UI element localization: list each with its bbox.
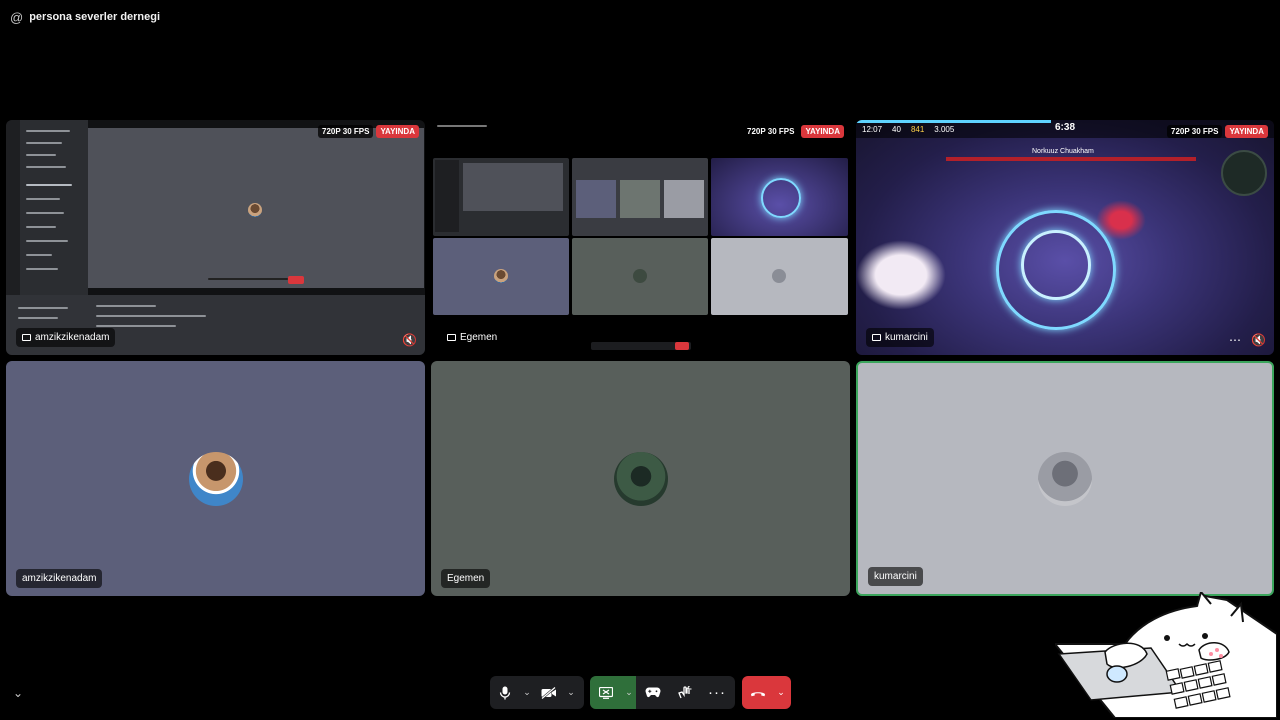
- quality-badge: 720P 30 FPS: [743, 125, 799, 138]
- tile-controls: ⋯ 🔇: [1229, 333, 1266, 347]
- mini-cell-6: [711, 238, 848, 315]
- user-name: kumarcini: [874, 571, 917, 582]
- soundboard-button[interactable]: [669, 676, 701, 709]
- media-controls: ⌄ ⌄: [490, 676, 584, 709]
- live-badge: YAYINDA: [1225, 125, 1268, 138]
- user-nameplate: amzikzikenadam: [16, 569, 103, 588]
- stream-badges: 720P 30 FPS YAYINDA: [318, 125, 419, 138]
- stream-user-name: kumarcini: [885, 332, 928, 343]
- tile-controls: 🔇: [402, 333, 417, 347]
- mini-cell-5: [572, 238, 708, 315]
- mini-cell-1: [433, 158, 569, 236]
- boss-name: Norkuuz Chuakham: [1032, 148, 1094, 155]
- hud-time: 12:07: [862, 124, 883, 134]
- camera-options-chevron[interactable]: ⌄: [564, 676, 578, 709]
- user-avatar: [188, 451, 243, 506]
- more-icon[interactable]: ⋯: [1229, 333, 1241, 347]
- camera-tile-1[interactable]: amzikzikenadam: [6, 361, 425, 596]
- soundboard-icon: [678, 685, 692, 698]
- screen-icon: [872, 334, 881, 341]
- user-avatar: [1038, 451, 1092, 506]
- mini-server-rail: [6, 120, 20, 295]
- mini-call-view: [88, 128, 424, 288]
- camera-button[interactable]: [534, 676, 564, 709]
- microphone-icon: [499, 686, 511, 699]
- stream-user-name: amzikzikenadam: [35, 332, 110, 343]
- stream-nameplate: amzikzikenadam: [16, 328, 116, 347]
- at-icon: @: [10, 9, 24, 25]
- hangup-controls: ⌄: [742, 676, 791, 709]
- stream-nameplate: kumarcini: [866, 328, 934, 347]
- hud-kills: 40: [892, 124, 901, 134]
- camera-tile-2[interactable]: Egemen: [431, 361, 850, 596]
- chevron-down-icon: ⌄: [12, 685, 24, 700]
- screen-icon: [447, 334, 456, 341]
- stream-nameplate: Egemen: [441, 328, 504, 347]
- mini-header: [437, 125, 487, 127]
- user-avatar: [613, 451, 668, 506]
- call-title: persona severler dernegi: [29, 11, 161, 23]
- stream-user-name: Egemen: [460, 332, 498, 343]
- hud-score: 3.005: [934, 124, 955, 134]
- speaker-muted-icon[interactable]: 🔇: [402, 333, 417, 347]
- mini-cell-3: [711, 158, 848, 236]
- quality-badge: 720P 30 FPS: [318, 125, 374, 138]
- user-nameplate: Egemen: [441, 569, 491, 588]
- live-badge: YAYINDA: [376, 125, 419, 138]
- screen-share-options-chevron[interactable]: ⌄: [622, 676, 636, 709]
- screen-share-icon: [599, 686, 613, 699]
- screen-icon: [22, 334, 31, 341]
- mini-cell-4: [433, 238, 569, 315]
- hangup-button[interactable]: [742, 676, 774, 709]
- more-icon: ···: [708, 684, 726, 701]
- user-name: amzikzikenadam: [22, 573, 97, 584]
- mic-button[interactable]: [490, 676, 520, 709]
- collapse-button[interactable]: ⌄: [8, 676, 28, 709]
- mini-channel-list: [20, 120, 88, 295]
- hud-coins: 841: [910, 124, 925, 134]
- stream-tile-2[interactable]: 720P 30 FPS YAYINDA Egemen: [431, 120, 850, 355]
- more-options-button[interactable]: ···: [701, 676, 733, 709]
- user-name: Egemen: [447, 573, 485, 584]
- camera-off-icon: [541, 686, 556, 699]
- mic-options-chevron[interactable]: ⌄: [520, 676, 534, 709]
- live-badge: YAYINDA: [801, 125, 844, 138]
- stream-tile-1[interactable]: 720P 30 FPS YAYINDA amzikzikenadam 🔇: [6, 120, 425, 355]
- hangup-options-chevron[interactable]: ⌄: [774, 676, 788, 709]
- camera-tile-3[interactable]: kumarcini: [856, 361, 1274, 596]
- bongo-cat-overlay: [1055, 592, 1277, 718]
- stream-badges: 720P 30 FPS YAYINDA: [1167, 125, 1268, 138]
- screen-share-button[interactable]: [590, 676, 622, 709]
- stream-tile-3[interactable]: 12:07 40 841 3.005 6:38 Norkuuz Chuakham…: [856, 120, 1274, 355]
- user-nameplate: kumarcini: [868, 567, 923, 586]
- stream-badges: 720P 30 FPS YAYINDA: [743, 125, 844, 138]
- speaker-muted-icon[interactable]: 🔇: [1251, 333, 1266, 347]
- activity-controls: ⌄ ···: [590, 676, 735, 709]
- game-controller-icon: [645, 687, 660, 698]
- quality-badge: 720P 30 FPS: [1167, 125, 1223, 138]
- phone-hangup-icon: [751, 691, 765, 696]
- boss-health-bar: [946, 157, 1196, 161]
- activity-button[interactable]: [636, 676, 669, 709]
- top-bar: @ persona severler dernegi: [0, 0, 1280, 34]
- game-timer: 6:38: [1054, 122, 1076, 133]
- mini-cell-2: [572, 158, 708, 236]
